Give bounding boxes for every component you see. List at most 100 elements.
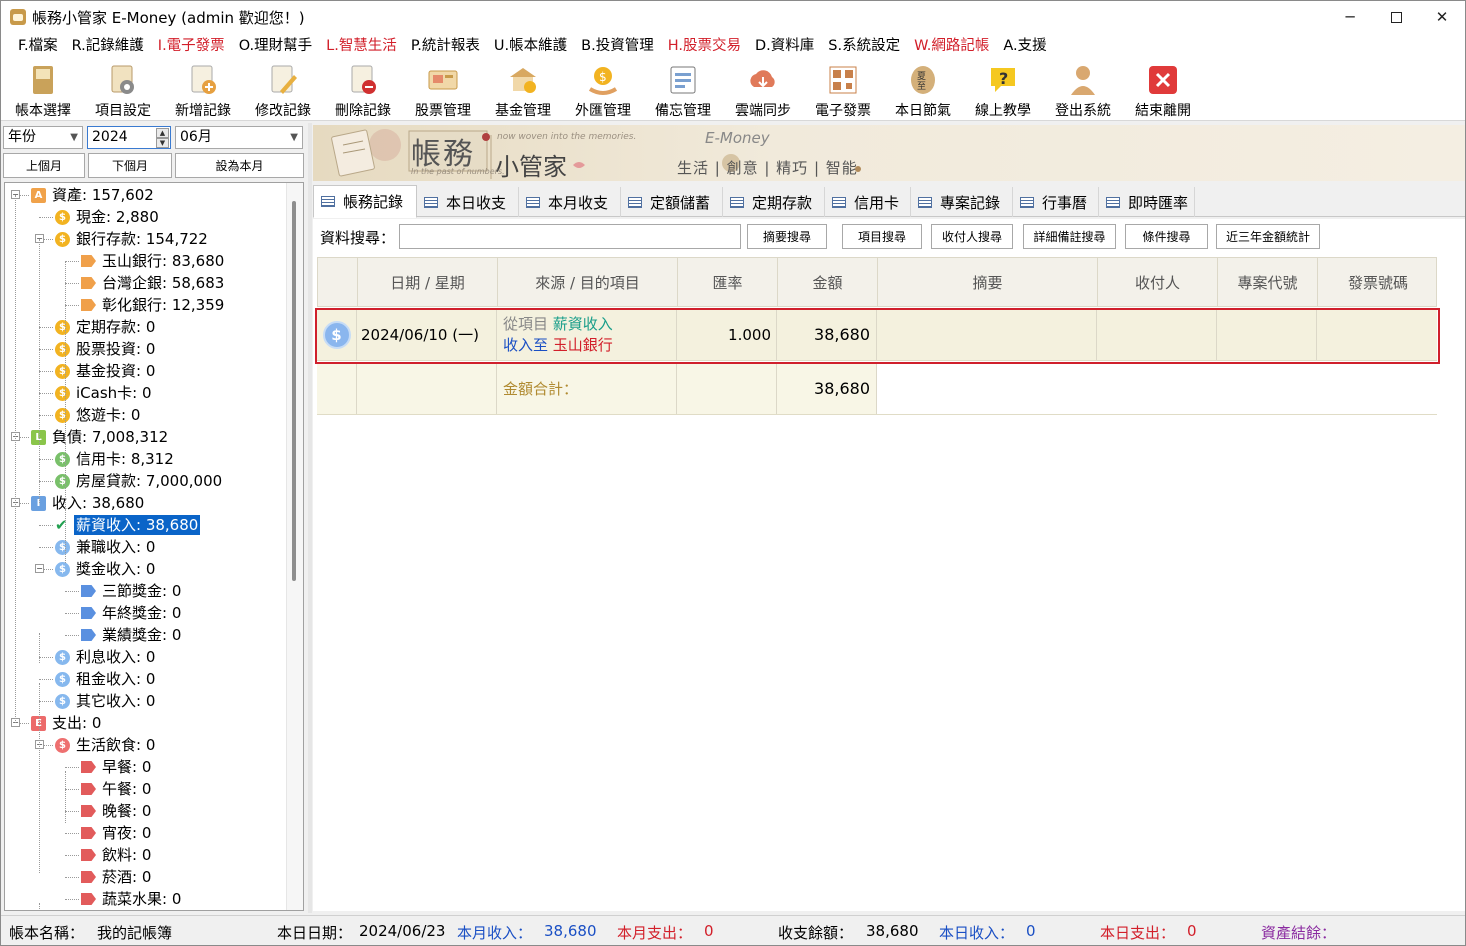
tree-node[interactable]: 彰化銀行: 12,359 [81,294,226,316]
menu-item-5[interactable]: P.統計報表 [404,33,487,59]
tree-node[interactable]: 早餐: 0 [81,756,153,778]
menu-item-2[interactable]: I.電子發票 [151,33,232,59]
tree-node[interactable]: $ 悠遊卡: 0 [55,404,142,426]
tree-node[interactable]: 蔬菜水果: 0 [81,888,183,910]
menu-item-11[interactable]: W.網路記帳 [907,33,996,59]
toolbar-button-stock[interactable]: 股票管理 [403,59,483,121]
tree-node[interactable]: 台灣企銀: 58,683 [81,272,226,294]
toolbar-button-solar-term[interactable]: 夏至本日節氣 [883,59,963,121]
toolbar-button-memo[interactable]: 備忘管理 [643,59,723,121]
maximize-button[interactable] [1373,1,1419,33]
tree-scrollbar-thumb[interactable] [292,201,296,581]
tree-node[interactable]: 業績獎金: 0 [81,624,183,646]
toolbar-button-exit[interactable]: 結束離開 [1123,59,1203,121]
tab-2[interactable]: 本月收支 [519,187,621,217]
menu-item-12[interactable]: A.支援 [996,33,1053,59]
close-button[interactable]: ✕ [1419,1,1465,33]
tree-node[interactable]: ✔ 薪資收入: 38,680 [55,514,201,536]
tree-node[interactable]: $ 其它收入: 0 [55,690,157,712]
menu-item-8[interactable]: H.股票交易 [661,33,748,59]
column-header-3[interactable]: 匯率 [678,258,778,306]
search-input[interactable] [399,224,741,249]
search-button-0[interactable]: 摘要搜尋 [747,224,827,249]
tree-node[interactable]: $ iCash卡: 0 [55,382,154,404]
tree-node[interactable]: 晚餐: 0 [81,800,153,822]
menu-item-9[interactable]: D.資料庫 [748,33,821,59]
tree-node[interactable]: $ 信用卡: 8,312 [55,448,176,470]
toolbar-button-help[interactable]: ? 線上教學 [963,59,1043,121]
menu-item-3[interactable]: O.理財幫手 [232,33,319,59]
column-header-6[interactable]: 收付人 [1098,258,1218,306]
tree-node[interactable]: 午餐: 0 [81,778,153,800]
tree-node[interactable]: 飲料: 0 [81,844,153,866]
toolbar-button-fund[interactable]: 基金管理 [483,59,563,121]
toolbar-button-add-record[interactable]: 新增記錄 [163,59,243,121]
column-header-8[interactable]: 發票號碼 [1318,258,1438,306]
menu-item-1[interactable]: R.記錄維護 [65,33,151,59]
tree-node[interactable]: 三節獎金: 0 [81,580,183,602]
toolbar-button-delete-record[interactable]: 刪除記錄 [323,59,403,121]
column-header-2[interactable]: 來源 / 目的項目 [498,258,678,306]
tree-collapse-icon[interactable]: − [35,564,44,573]
tree-node[interactable]: $ 生活飲食: 0 [55,734,157,756]
tree-node[interactable]: 菸酒: 0 [81,866,153,888]
search-button-2[interactable]: 收付人搜尋 [931,224,1013,249]
toolbar-button-logout-user[interactable]: 登出系統 [1043,59,1123,121]
menu-item-6[interactable]: U.帳本維護 [487,33,574,59]
tree-node[interactable]: 年終獎金: 0 [81,602,183,624]
prev-month-button[interactable]: 上個月 [3,153,85,178]
menu-item-0[interactable]: F.檔案 [11,33,65,59]
tree-node[interactable]: $ 房屋貸款: 7,000,000 [55,470,224,492]
tab-7[interactable]: 行事曆 [1013,187,1099,217]
column-header-5[interactable]: 摘要 [878,258,1098,306]
next-month-button[interactable]: 下個月 [88,153,172,178]
tab-4[interactable]: 定期存款 [723,187,825,217]
toolbar-button-forex[interactable]: $ 外匯管理 [563,59,643,121]
tree-node[interactable]: A 資產: 157,602 [31,184,156,206]
minimize-button[interactable]: ─ [1327,1,1373,33]
tab-1[interactable]: 本日收支 [417,187,519,217]
menu-item-10[interactable]: S.系統設定 [821,33,907,59]
tab-3[interactable]: 定額儲蓄 [621,187,723,217]
toolbar-button-edit-record[interactable]: 修改記錄 [243,59,323,121]
tree-node[interactable]: $ 獎金收入: 0 [55,558,157,580]
search-button-4[interactable]: 條件搜尋 [1125,224,1208,249]
column-header-1[interactable]: 日期 / 星期 [358,258,498,306]
tab-5[interactable]: 信用卡 [825,187,911,217]
toolbar-button-cloud-sync[interactable]: 雲端同步 [723,59,803,121]
tree-node[interactable]: $ 定期存款: 0 [55,316,157,338]
toolbar-button-qr-invoice[interactable]: 電子發票 [803,59,883,121]
tree-node[interactable]: L 負債: 7,008,312 [31,426,170,448]
column-header-4[interactable]: 金額 [778,258,878,306]
tab-0[interactable]: 帳務記錄 [313,185,417,218]
tree-node[interactable]: E 支出: 0 [31,712,103,734]
tab-8[interactable]: 即時匯率 [1099,187,1195,217]
tree-node[interactable]: 玉山銀行: 83,680 [81,250,226,272]
spin-up-icon[interactable]: ▲ [156,128,169,138]
period-type-select[interactable]: 年份 ▼ [3,126,83,149]
tree-node[interactable]: $ 租金收入: 0 [55,668,157,690]
set-this-month-button[interactable]: 設為本月 [175,153,304,178]
column-header-0[interactable] [318,258,358,306]
tree-node[interactable]: I 收入: 38,680 [31,492,146,514]
tab-6[interactable]: 專案記錄 [911,187,1013,217]
tree-node[interactable]: $ 基金投資: 0 [55,360,157,382]
tree-node[interactable]: $ 現金: 2,880 [55,206,161,228]
toolbar-button-ledger-book[interactable]: 帳本選擇 [3,59,83,121]
search-button-1[interactable]: 項目搜尋 [842,224,922,249]
tree-scrollbar[interactable] [286,183,303,910]
menu-item-4[interactable]: L.智慧生活 [319,33,404,59]
column-header-7[interactable]: 專案代號 [1218,258,1318,306]
tree-node[interactable]: $ 利息收入: 0 [55,646,157,668]
spin-down-icon[interactable]: ▼ [156,138,169,148]
account-tree[interactable]: A 資產: 157,602− $ 現金: 2,880 $ 銀行存款: 154,722− 玉山… [4,182,304,911]
year-spinner[interactable]: 2024 ▲ ▼ [87,126,171,149]
panel-splitter[interactable] [308,123,312,913]
tree-node[interactable]: $ 兼職收入: 0 [55,536,157,558]
menu-item-7[interactable]: B.投資管理 [574,33,661,59]
tree-node[interactable]: $ 股票投資: 0 [55,338,157,360]
search-button-5[interactable]: 近三年金額統計 [1216,224,1320,249]
tree-node[interactable]: 宵夜: 0 [81,822,153,844]
tree-node[interactable]: $ 銀行存款: 154,722 [55,228,210,250]
search-button-3[interactable]: 詳細備註搜尋 [1023,224,1116,249]
